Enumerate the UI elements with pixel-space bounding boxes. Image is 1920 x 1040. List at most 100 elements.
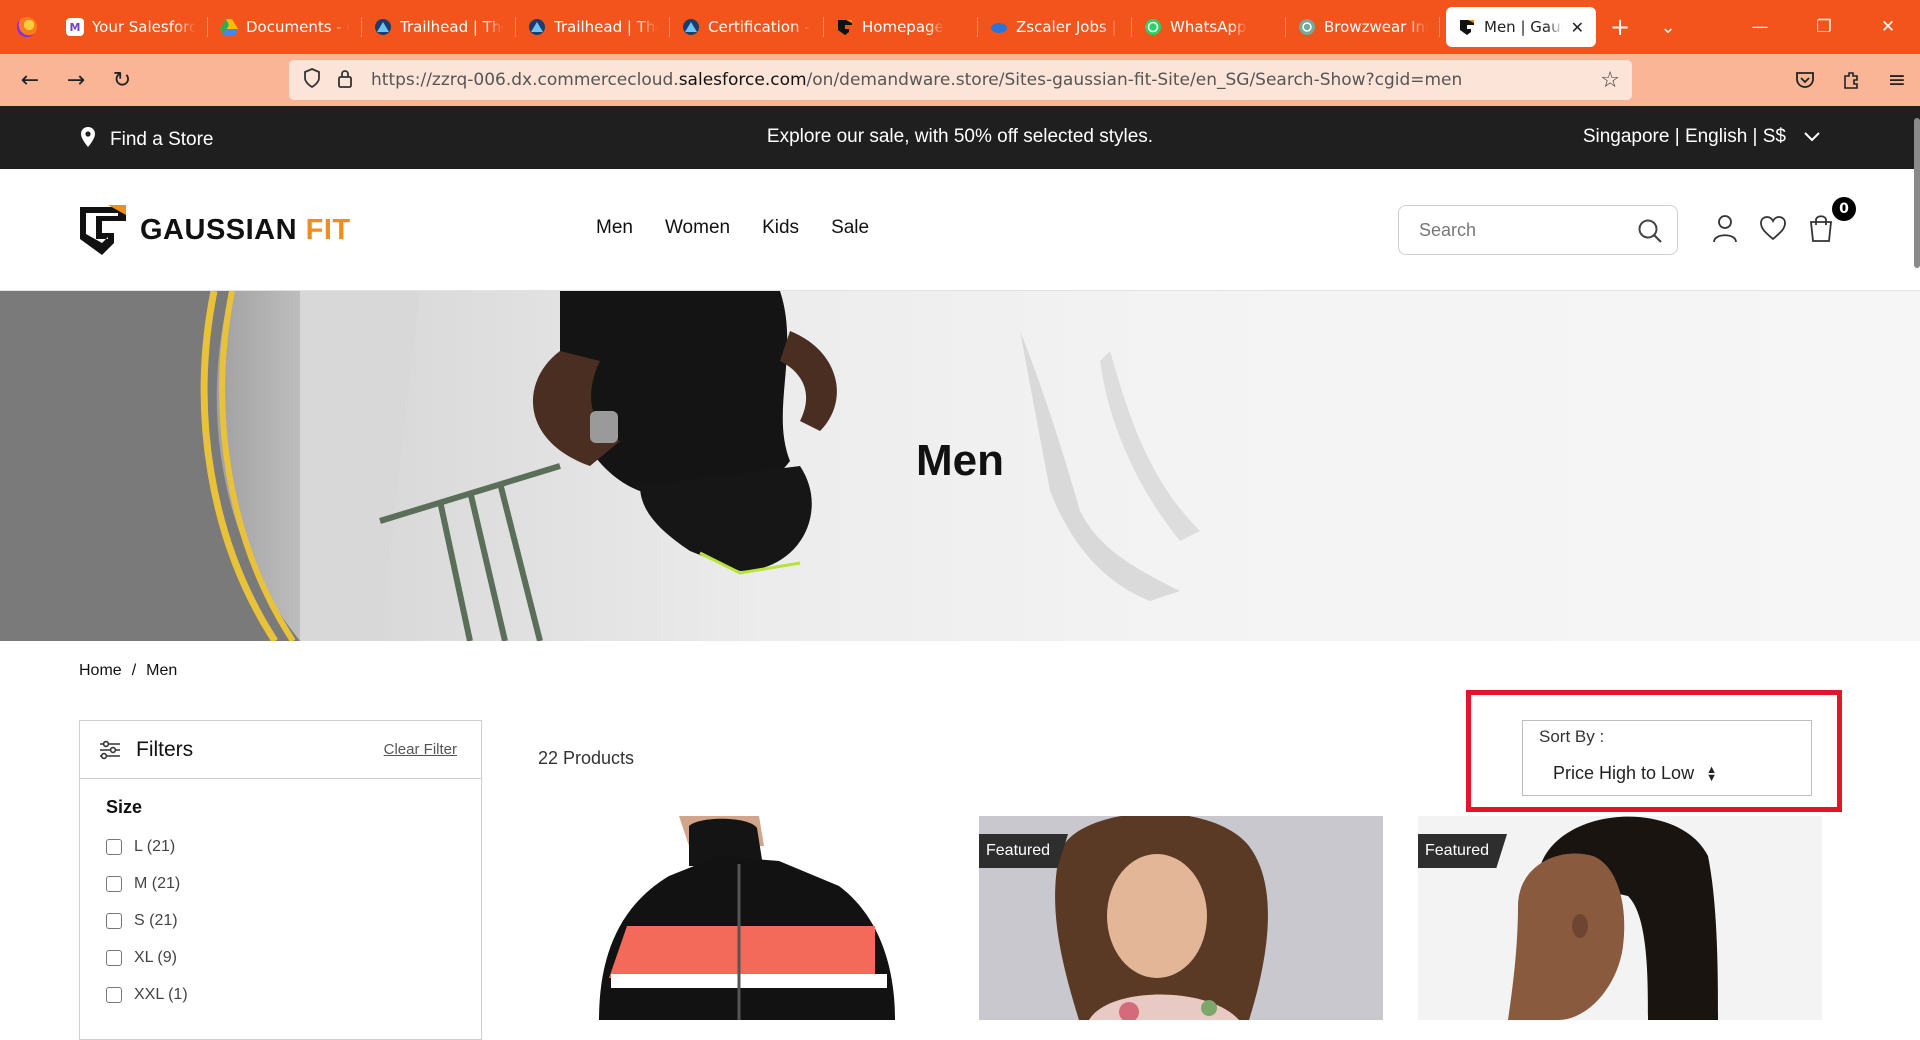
nav-item-kids[interactable]: Kids: [762, 217, 799, 239]
browser-tab[interactable]: Browzwear Inte: [1286, 7, 1440, 47]
nav-item-sale[interactable]: Sale: [831, 217, 869, 239]
filter-header: Filters Clear Filter: [80, 721, 481, 779]
breadcrumb: Home / Men: [79, 662, 177, 680]
lock-icon[interactable]: [337, 68, 361, 93]
browser-tab[interactable]: WhatsApp: [1132, 7, 1286, 47]
browser-toolbar-right: ≡: [1782, 54, 1920, 106]
size-checkbox[interactable]: [106, 912, 122, 929]
browser-tab-bar: M Your Salesforce Documents - G Trailhea…: [0, 0, 1920, 54]
category-hero-banner: Men: [0, 291, 1920, 641]
tab-label: Trailhead | The: [400, 18, 504, 36]
gaussian-logo-icon: [1458, 18, 1476, 36]
size-option-s[interactable]: S (21): [106, 902, 481, 939]
window-controls: — ❐ ✕: [1728, 0, 1920, 54]
search-input[interactable]: Search: [1398, 205, 1678, 255]
locale-selector[interactable]: Singapore | English | S$: [1583, 126, 1820, 148]
product-card[interactable]: [539, 816, 943, 1020]
google-drive-icon: [220, 18, 238, 36]
tab-label: Your Salesforce: [92, 18, 196, 36]
address-bar[interactable]: https://zzrq-006.dx.commercecloud.salesf…: [289, 60, 1632, 100]
size-checkbox[interactable]: [106, 949, 122, 966]
tab-label: Men | Gaussian: [1484, 18, 1563, 36]
tracking-shield-icon[interactable]: [303, 67, 327, 93]
account-icon[interactable]: [1710, 213, 1740, 243]
minimize-icon[interactable]: —: [1728, 0, 1792, 54]
size-option-xxl[interactable]: XXL (1): [106, 976, 481, 1013]
logo-accent: FIT: [305, 213, 351, 246]
browser-tab[interactable]: Certification - A: [670, 7, 824, 47]
chevron-down-icon[interactable]: ⌄: [1644, 7, 1692, 47]
browser-tab[interactable]: Trailhead | The: [516, 7, 670, 47]
chatgpt-icon: [1298, 18, 1316, 36]
cart-button[interactable]: 0: [1806, 197, 1856, 243]
forward-icon[interactable]: →: [54, 60, 98, 100]
gaussian-logo-icon: [836, 18, 854, 36]
product-card[interactable]: Featured: [1418, 816, 1822, 1020]
url-host: salesforce.com: [678, 70, 807, 90]
url-text: https://zzrq-006.dx.commercecloud.salesf…: [371, 70, 1462, 90]
breadcrumb-current[interactable]: Men: [146, 662, 177, 680]
tab-label: Certification - A: [708, 18, 812, 36]
search-placeholder: Search: [1419, 219, 1477, 240]
bookmark-star-icon[interactable]: ☆: [1600, 68, 1620, 93]
search-icon[interactable]: [1637, 218, 1663, 244]
pocket-icon[interactable]: [1782, 71, 1828, 89]
browser-tab[interactable]: Homepage: [824, 7, 978, 47]
trailhead-icon: [528, 18, 546, 36]
size-checkbox[interactable]: [106, 986, 122, 1003]
url-path: /on/demandware.store/Sites-gaussian-fit-…: [806, 70, 1463, 90]
new-tab-icon[interactable]: +: [1596, 7, 1644, 47]
sort-select[interactable]: Sort By : Price High to Low ▲ ▼: [1522, 720, 1812, 796]
back-icon[interactable]: ←: [8, 60, 52, 100]
wishlist-heart-icon[interactable]: [1758, 213, 1788, 243]
size-label: XL (9): [134, 948, 177, 966]
size-checkbox[interactable]: [106, 875, 122, 892]
extensions-icon[interactable]: [1828, 70, 1874, 90]
trailhead-icon: [682, 18, 700, 36]
reload-icon[interactable]: ↻: [100, 60, 144, 100]
breadcrumb-separator: /: [131, 662, 137, 679]
chevron-down-icon: [1804, 126, 1820, 148]
site-header: GAUSSIAN FIT Men Women Kids Sale Search …: [0, 169, 1920, 291]
logo-main: GAUSSIAN: [140, 213, 298, 246]
nav-item-men[interactable]: Men: [596, 217, 633, 239]
logo-wordmark: GAUSSIAN FIT: [140, 214, 351, 247]
size-checkbox[interactable]: [106, 838, 122, 855]
size-label: L (21): [134, 837, 176, 855]
menu-icon[interactable]: ≡: [1874, 68, 1920, 93]
promo-bar: Find a Store Explore our sale, with 50% …: [0, 106, 1920, 169]
tab-label: Browzwear Inte: [1324, 18, 1428, 36]
size-filter-list: L (21) M (21) S (21) XL (9) XXL (1): [106, 828, 481, 1013]
browser-tab-active[interactable]: Men | Gaussian ✕: [1446, 7, 1596, 47]
header-icons: 0: [1710, 197, 1856, 243]
tab-label: Documents - G: [246, 18, 350, 36]
browser-tab[interactable]: Trailhead | The: [362, 7, 516, 47]
browser-tab[interactable]: M Your Salesforce: [54, 7, 208, 47]
size-option-m[interactable]: M (21): [106, 865, 481, 902]
breadcrumb-home[interactable]: Home: [79, 662, 122, 680]
firefox-menu-icon[interactable]: [0, 0, 54, 54]
browser-tab[interactable]: Documents - G: [208, 7, 362, 47]
size-option-xl[interactable]: XL (9): [106, 939, 481, 976]
trailhead-icon: [374, 18, 392, 36]
nav-item-women[interactable]: Women: [665, 217, 730, 239]
close-window-icon[interactable]: ✕: [1856, 0, 1920, 54]
filters-title: Filters: [136, 737, 194, 761]
zscaler-icon: [990, 18, 1008, 36]
product-count: 22 Products: [538, 748, 635, 768]
sort-selected-option: Price High to Low: [1553, 763, 1695, 783]
size-option-l[interactable]: L (21): [106, 828, 481, 865]
size-label: S (21): [134, 911, 178, 929]
product-card[interactable]: Featured: [979, 816, 1383, 1020]
whatsapp-icon: [1144, 18, 1162, 36]
restore-icon[interactable]: ❐: [1792, 0, 1856, 54]
close-tab-icon[interactable]: ✕: [1571, 18, 1584, 37]
cart-count-badge: 0: [1832, 197, 1856, 221]
sort-value: Price High to Low ▲ ▼: [1553, 763, 1717, 784]
browser-tab[interactable]: Zscaler Jobs | Z: [978, 7, 1132, 47]
size-label: XXL (1): [134, 985, 188, 1003]
clear-filter-link[interactable]: Clear Filter: [384, 741, 457, 758]
locale-label: Singapore | English | S$: [1582, 126, 1786, 147]
site-logo[interactable]: GAUSSIAN FIT: [78, 203, 351, 257]
main-nav: Men Women Kids Sale: [596, 217, 869, 239]
